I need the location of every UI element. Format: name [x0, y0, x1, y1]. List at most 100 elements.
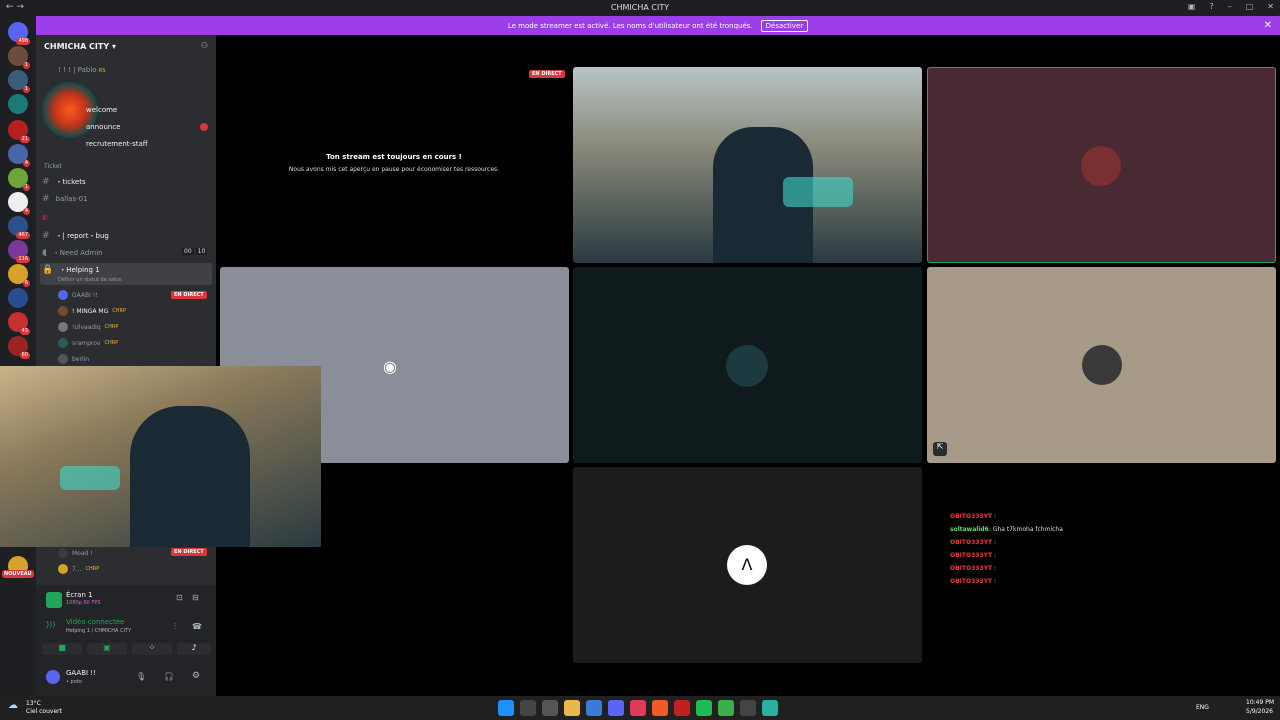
- minimize-button[interactable]: –: [1228, 2, 1232, 11]
- role-tag: CHRP: [104, 340, 119, 346]
- home-icon[interactable]: 498: [8, 22, 30, 45]
- start-icon[interactable]: [498, 700, 514, 716]
- server-icon[interactable]: 467: [8, 216, 30, 239]
- banner-text: Le mode streamer est activé. Les noms d'…: [507, 21, 753, 30]
- invite-icon[interactable]: ⚇: [201, 41, 208, 50]
- voice-user-pablo[interactable]: ! ! ! | Pablo RS: [58, 66, 105, 74]
- avatar: [58, 290, 68, 300]
- close-icon[interactable]: ✕: [1264, 20, 1272, 31]
- server-icon[interactable]: [8, 94, 28, 114]
- avatar: [58, 322, 68, 332]
- app-icon[interactable]: [718, 700, 734, 716]
- hash-icon: #: [42, 177, 50, 187]
- activities-button[interactable]: ⁘: [132, 643, 172, 655]
- channel-report[interactable]: # ・| report・bug: [42, 231, 109, 241]
- server-icon[interactable]: 43: [8, 312, 30, 335]
- channel-announce[interactable]: announce: [86, 123, 120, 131]
- help-icon[interactable]: ?: [1209, 2, 1213, 11]
- language-indicator[interactable]: ENG: [1196, 704, 1209, 711]
- store-icon[interactable]: [586, 700, 602, 716]
- weather-temp[interactable]: 13°C: [26, 700, 41, 707]
- server-icon[interactable]: 4: [8, 192, 30, 215]
- stream-settings-icon[interactable]: ⊡: [176, 593, 183, 602]
- brave-icon[interactable]: [652, 700, 668, 716]
- server-icon[interactable]: 1: [8, 70, 30, 93]
- server-icon[interactable]: 60: [8, 336, 30, 359]
- app-icon[interactable]: [740, 700, 756, 716]
- close-button[interactable]: ✕: [1267, 2, 1274, 11]
- inbox-icon[interactable]: ▣: [1188, 2, 1196, 11]
- voice-user[interactable]: ! MINGA MG CHRP: [58, 306, 126, 316]
- voice-user[interactable]: berlin: [58, 354, 89, 364]
- screen-button[interactable]: ▣: [87, 643, 127, 655]
- chat-user: OBITO333YT: [950, 539, 993, 546]
- category-ticket[interactable]: Ticket: [44, 163, 62, 170]
- avatar[interactable]: [46, 670, 60, 684]
- chevron-down-icon: ▾: [111, 42, 116, 51]
- server-icon[interactable]: 21: [8, 120, 30, 143]
- video-tile-user[interactable]: ⇱: [927, 267, 1276, 463]
- chat-line: soltawalid6: Gha t7kmoha fchmicha: [950, 523, 1063, 536]
- user-label: berlin: [72, 355, 90, 363]
- edge-icon[interactable]: [762, 700, 778, 716]
- task-view-icon[interactable]: [542, 700, 558, 716]
- voice-user[interactable]: !Ulvaadiq CHRP: [58, 322, 118, 332]
- server-icon[interactable]: 1: [8, 46, 30, 69]
- channel-tickets[interactable]: # ・tickets: [42, 177, 86, 187]
- camera-button[interactable]: ■: [42, 643, 82, 655]
- server-icon[interactable]: 116: [8, 240, 30, 263]
- noise-icon[interactable]: ⫶: [174, 622, 176, 632]
- clock-time[interactable]: 10:49 PM: [1246, 699, 1274, 706]
- discord-icon[interactable]: [608, 700, 624, 716]
- live-badge: EN DIRECT: [529, 70, 565, 78]
- user-label: sramprov: [72, 339, 101, 347]
- speaker-icon: ◖: [42, 248, 47, 258]
- neon-sign: [783, 177, 853, 207]
- avatar: [58, 548, 68, 558]
- search-icon[interactable]: [520, 700, 536, 716]
- role-tag: CHRP: [112, 308, 126, 314]
- server-icon[interactable]: [8, 288, 28, 308]
- channel-need-admin[interactable]: ◖ ・Need Admin: [42, 248, 103, 258]
- hash-icon: #: [42, 194, 50, 204]
- spotify-icon[interactable]: [696, 700, 712, 716]
- voice-user[interactable]: sramprov CHRP: [58, 338, 118, 348]
- server-icon[interactable]: 1: [8, 168, 30, 191]
- chat-sep: :: [993, 539, 997, 546]
- app-icon[interactable]: [630, 700, 646, 716]
- avatar: [1081, 146, 1121, 186]
- chat-msg: Gha t7kmoha fchmicha: [992, 526, 1063, 533]
- popout-icon[interactable]: ⇱: [933, 442, 947, 456]
- server-icon[interactable]: 6: [8, 264, 30, 287]
- live-badge: EN DIRECT: [171, 548, 207, 556]
- stop-stream-icon[interactable]: ⊟: [192, 593, 199, 602]
- user-label: ! MINGA MG: [72, 307, 109, 315]
- headphones-icon[interactable]: 🎧: [164, 672, 174, 681]
- guild-name[interactable]: CHMICHA CITY ▾: [44, 42, 116, 51]
- disable-streamer-button[interactable]: Désactiver: [760, 19, 809, 32]
- channel-helping[interactable]: 🔒 ・Helping 1: [42, 265, 100, 275]
- channel-recrutement[interactable]: recrutement-staff: [86, 140, 148, 148]
- channel-welcome[interactable]: welcome: [86, 106, 117, 114]
- file-explorer-icon[interactable]: [564, 700, 580, 716]
- badge: 4: [22, 160, 30, 167]
- channel-ballas[interactable]: # ballas-01: [42, 194, 88, 204]
- app-icon[interactable]: [674, 700, 690, 716]
- maximize-button[interactable]: □: [1246, 2, 1254, 11]
- disconnect-icon[interactable]: ☎: [192, 622, 202, 631]
- chat-user: soltawalid6: [950, 526, 989, 533]
- voice-user[interactable]: GAABI !!: [58, 290, 98, 300]
- video-tile-user[interactable]: [927, 67, 1276, 263]
- gear-icon[interactable]: ⚙: [192, 671, 200, 681]
- server-icon[interactable]: 4: [8, 144, 30, 167]
- soundboard-button[interactable]: ♪: [177, 643, 211, 655]
- video-tile-user[interactable]: [573, 267, 922, 463]
- microphone-icon[interactable]: 🎙: [136, 672, 146, 681]
- video-tile-user[interactable]: Λ: [573, 467, 922, 663]
- voice-channel[interactable]: Helping 1 / CHMICHA CITY: [66, 628, 131, 634]
- webcam-overlay[interactable]: [0, 366, 321, 547]
- video-tile-stream[interactable]: [573, 67, 922, 263]
- channel-status-hint[interactable]: Définir un statut de salon: [58, 277, 122, 283]
- voice-user[interactable]: 7... CHRP: [58, 564, 99, 574]
- voice-user[interactable]: Moad !: [58, 548, 93, 558]
